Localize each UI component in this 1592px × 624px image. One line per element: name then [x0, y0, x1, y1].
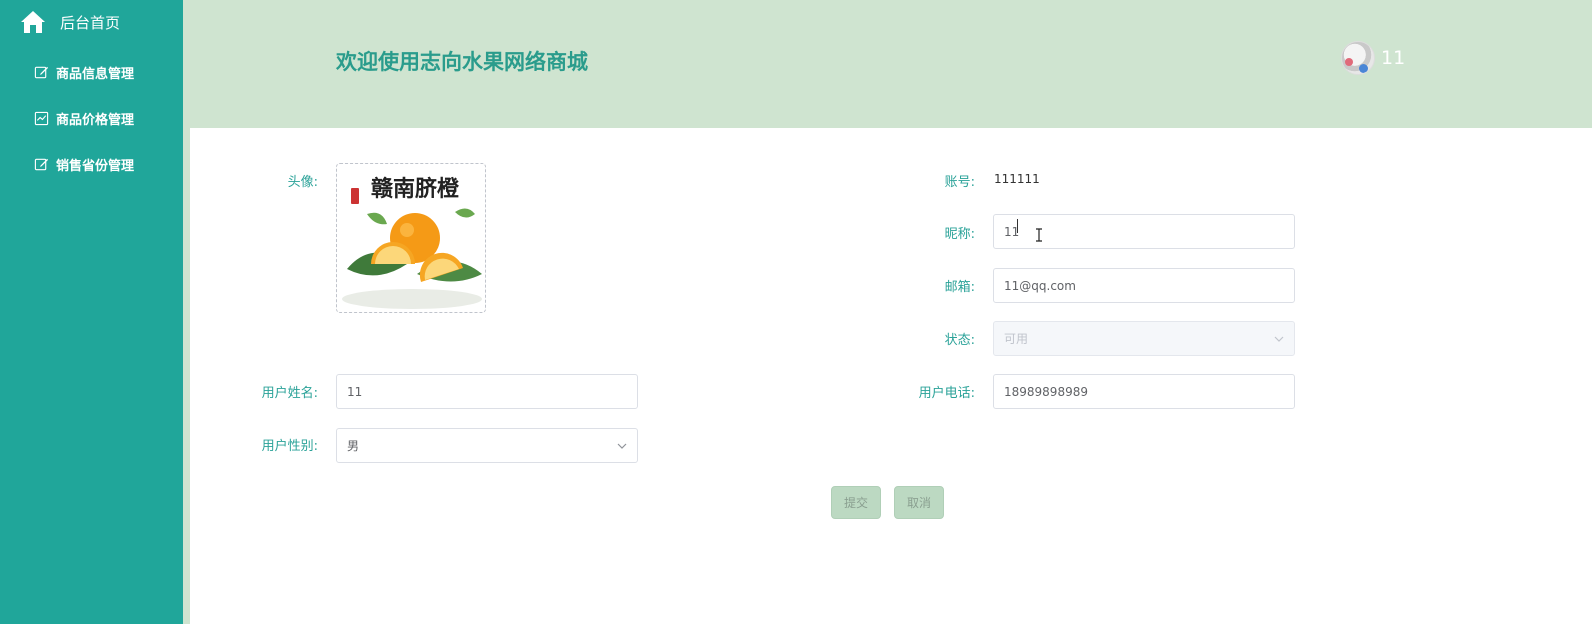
text-caret	[1017, 219, 1018, 233]
chevron-down-icon	[617, 443, 627, 449]
chevron-down-icon	[1274, 336, 1284, 342]
avatar-label: 头像:	[287, 175, 318, 190]
name-input[interactable]: 11	[336, 374, 638, 409]
sidebar-item-product-info[interactable]: 商品信息管理	[34, 63, 134, 82]
phone-input[interactable]: 18989898989	[993, 374, 1295, 409]
status-select[interactable]: 可用	[993, 321, 1295, 356]
home-label: 后台首页	[60, 13, 121, 32]
status-value: 可用	[1004, 332, 1029, 346]
header: 欢迎使用志向水果网络商城 11	[183, 0, 1592, 122]
account-value: 111111	[994, 172, 1040, 186]
user-name: 11	[1381, 47, 1406, 69]
phone-label: 用户电话:	[918, 386, 975, 401]
nickname-label: 昵称:	[944, 227, 975, 242]
phone-value: 18989898989	[1004, 384, 1088, 399]
page-title: 欢迎使用志向水果网络商城	[336, 50, 588, 74]
gender-select[interactable]: 男	[336, 428, 638, 463]
gender-label: 用户性别:	[261, 439, 318, 454]
status-label: 状态:	[944, 333, 975, 348]
chart-icon	[34, 111, 49, 126]
home-link[interactable]: 后台首页	[20, 8, 120, 36]
edit-icon	[34, 158, 49, 171]
email-value: 11@qq.com	[1004, 278, 1076, 293]
svg-text:赣南脐橙: 赣南脐橙	[371, 176, 460, 202]
avatar-upload[interactable]: 赣南脐橙	[336, 163, 486, 313]
email-label: 邮箱:	[944, 280, 975, 295]
edit-icon	[34, 66, 49, 79]
gender-value: 男	[347, 439, 360, 453]
sidebar-item-product-price[interactable]: 商品价格管理	[34, 109, 134, 128]
name-label: 用户姓名:	[261, 386, 318, 401]
avatar[interactable]	[1341, 41, 1375, 75]
submit-button[interactable]: 提交	[831, 486, 881, 519]
name-value: 11	[347, 384, 363, 399]
orange-product-image: 赣南脐橙	[337, 164, 485, 312]
sidebar-item-label: 销售省份管理	[56, 159, 135, 174]
sidebar-item-sales-province[interactable]: 销售省份管理	[34, 155, 134, 174]
sidebar-item-label: 商品信息管理	[56, 67, 135, 82]
email-input[interactable]: 11@qq.com	[993, 268, 1295, 303]
sidebar-item-label: 商品价格管理	[56, 113, 135, 128]
text-cursor-icon	[1036, 228, 1042, 242]
cancel-button[interactable]: 取消	[894, 486, 944, 519]
sidebar: 后台首页 商品信息管理 商品价格管理 销售省份管理	[0, 0, 183, 624]
user-menu[interactable]: 11	[1341, 41, 1405, 75]
account-label: 账号:	[944, 175, 975, 190]
home-icon	[21, 11, 45, 33]
